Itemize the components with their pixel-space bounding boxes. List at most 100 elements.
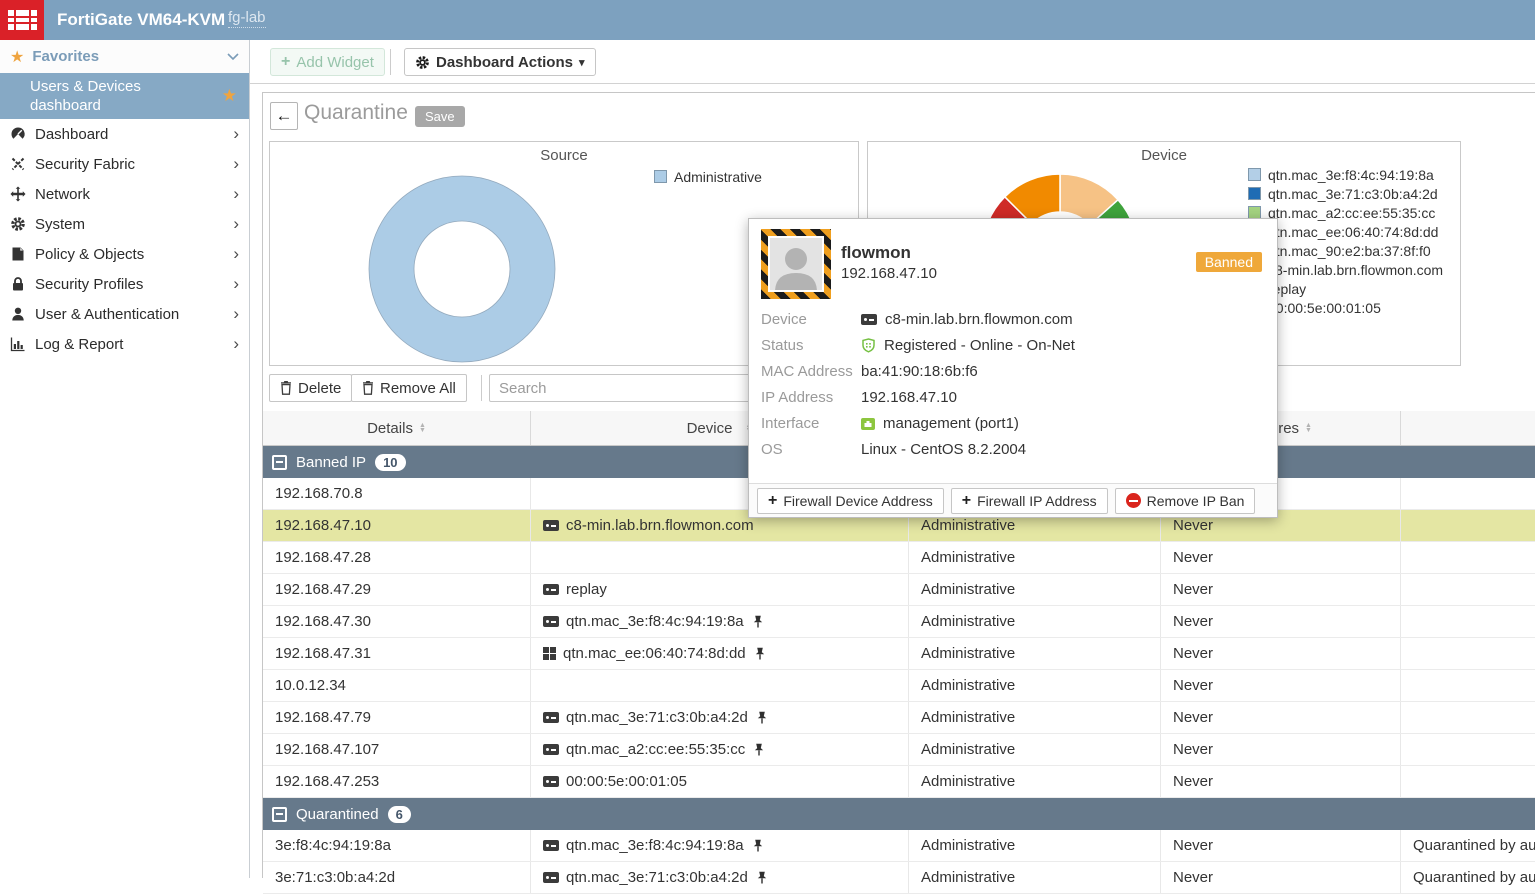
device-cell: qtn.mac_3e:f8:4c:94:19:8a (531, 830, 909, 861)
chevron-right-icon: › (233, 186, 239, 202)
sidebar-item-user-authentication[interactable]: User & Authentication › (0, 299, 249, 329)
add-widget-button[interactable]: + Add Widget (270, 48, 385, 76)
collapse-icon[interactable] (272, 807, 287, 822)
device-name: replay (566, 581, 607, 598)
favorites-label: Favorites (32, 48, 99, 65)
remove-ip-ban-button[interactable]: Remove IP Ban (1115, 488, 1256, 514)
column-header-details[interactable]: Details▲▼ (263, 411, 531, 445)
plus-icon: + (768, 492, 777, 510)
sidebar-item-security-fabric[interactable]: Security Fabric › (0, 149, 249, 179)
gauge-icon (10, 126, 26, 142)
count-badge: 6 (388, 806, 411, 823)
sidebar: ★ Favorites Users & Devices dashboard ★ … (0, 40, 250, 878)
bar-chart-icon (10, 336, 26, 352)
source-cell: Administrative (909, 702, 1161, 733)
firewall-ip-address-button[interactable]: + Firewall IP Address (951, 488, 1108, 514)
favorites-header[interactable]: ★ Favorites (0, 40, 249, 73)
pin-icon (757, 711, 767, 724)
back-button[interactable]: ← (270, 102, 298, 130)
device-cell: qtn.mac_ee:06:40:74:8d:dd (531, 638, 909, 669)
field-value-interface: management (port1) (861, 415, 1265, 432)
sidebar-item-label: Security Profiles (35, 276, 143, 293)
table-row[interactable]: 192.168.47.79 qtn.mac_3e:71:c3:0b:a4:2d … (263, 702, 1535, 734)
terminal-icon (543, 616, 559, 627)
device-name: 00:00:5e:00:01:05 (566, 773, 687, 790)
legend-label: qtn.mac_3e:71:c3:0b:a4:2d (1268, 186, 1438, 202)
collapse-icon[interactable] (272, 455, 287, 470)
sidebar-item-label: Security Fabric (35, 156, 135, 173)
fortinet-logo[interactable] (0, 0, 44, 40)
dashboard-actions-button[interactable]: Dashboard Actions ▾ (404, 48, 596, 76)
policy-document-icon (10, 246, 26, 262)
sidebar-item-network[interactable]: Network › (0, 179, 249, 209)
sort-icon: ▲▼ (419, 423, 426, 433)
banned-badge: Banned (1196, 252, 1262, 272)
sidebar-item-dashboard[interactable]: Dashboard › (0, 119, 249, 149)
details-cell: 192.168.47.253 (263, 766, 531, 797)
firewall-device-address-button[interactable]: + Firewall Device Address (757, 488, 944, 514)
terminal-icon (543, 712, 559, 723)
expires-cell: Never (1161, 830, 1401, 861)
person-silhouette-icon (768, 236, 824, 292)
table-row[interactable]: 192.168.47.107 qtn.mac_a2:cc:ee:55:35:cc… (263, 734, 1535, 766)
table-row[interactable]: 192.168.47.30 qtn.mac_3e:f8:4c:94:19:8a … (263, 606, 1535, 638)
sidebar-item-log-report[interactable]: Log & Report › (0, 329, 249, 359)
delete-button[interactable]: Delete (269, 374, 352, 402)
fortinet-grid-icon (8, 10, 37, 30)
details-cell: 192.168.47.30 (263, 606, 531, 637)
chevron-right-icon: › (233, 216, 239, 232)
sidebar-item-system[interactable]: System › (0, 209, 249, 239)
legend-label: qtn.mac_ee:06:40:74:8d:dd (1268, 224, 1438, 240)
comment-cell (1401, 606, 1535, 637)
widget-title: Quarantine (304, 101, 408, 125)
button-label: Firewall Device Address (783, 493, 932, 509)
chevron-right-icon: › (233, 306, 239, 322)
expires-cell: Never (1161, 606, 1401, 637)
expires-cell: Never (1161, 542, 1401, 573)
field-value-mac: ba:41:90:18:6b:f6 (861, 363, 1265, 380)
legend-item[interactable]: qtn.mac_3e:f8:4c:94:19:8a (1248, 165, 1443, 184)
table-row[interactable]: 192.168.47.253 00:00:5e:00:01:05 Adminis… (263, 766, 1535, 798)
topbar: FortiGate VM64-KVM fg-lab (0, 0, 1535, 40)
terminal-icon (861, 314, 877, 325)
table-row[interactable]: 192.168.47.31 qtn.mac_ee:06:40:74:8d:dd … (263, 638, 1535, 670)
legend-label: Administrative (674, 169, 762, 185)
vdom-label[interactable]: fg-lab (228, 9, 266, 28)
source-cell: Administrative (909, 574, 1161, 605)
sidebar-item-security-profiles[interactable]: Security Profiles › (0, 269, 249, 299)
gear-icon (415, 55, 430, 70)
remove-all-label: Remove All (380, 380, 456, 397)
button-label: Remove IP Ban (1147, 493, 1245, 509)
device-name: qtn.mac_ee:06:40:74:8d:dd (563, 645, 746, 662)
legend-label: qtn.mac_90:e2:ba:37:8f:f0 (1268, 243, 1431, 259)
star-icon: ★ (10, 47, 24, 67)
table-row[interactable]: 192.168.47.28 Administrative Never (263, 542, 1535, 574)
comment-cell (1401, 478, 1535, 509)
chevron-right-icon: › (233, 276, 239, 292)
chevron-right-icon: › (233, 336, 239, 352)
chevron-right-icon: › (233, 126, 239, 142)
sidebar-item-label: Network (35, 186, 90, 203)
save-button[interactable]: Save (415, 106, 465, 127)
column-header-comment[interactable] (1401, 411, 1535, 445)
table-row[interactable]: 3e:71:c3:0b:a4:2d qtn.mac_3e:71:c3:0b:a4… (263, 862, 1535, 894)
dashboard-toolbar: + Add Widget Dashboard Actions ▾ (250, 40, 1535, 84)
legend-label: c8-min.lab.brn.flowmon.com (1268, 262, 1443, 278)
comment-cell (1401, 766, 1535, 797)
chevron-right-icon: › (233, 156, 239, 172)
legend-swatch (1248, 187, 1261, 200)
sidebar-item-policy-objects[interactable]: Policy & Objects › (0, 239, 249, 269)
legend-item[interactable]: Administrative (654, 167, 762, 186)
quarantined-section-bar[interactable]: Quarantined 6 (263, 798, 1535, 830)
table-row[interactable]: 3e:f8:4c:94:19:8a qtn.mac_3e:f8:4c:94:19… (263, 830, 1535, 862)
table-row[interactable]: 10.0.12.34 Administrative Never (263, 670, 1535, 702)
field-value-status: Registered - Online - On-Net (861, 337, 1265, 354)
table-row[interactable]: 192.168.47.29 replay Administrative Neve… (263, 574, 1535, 606)
remove-all-button[interactable]: Remove All (351, 374, 467, 402)
comment-cell: Quarantined by aut (1401, 830, 1535, 861)
dashboard-actions-label: Dashboard Actions (436, 54, 573, 71)
comment-cell (1401, 638, 1535, 669)
comment-cell (1401, 702, 1535, 733)
legend-item[interactable]: qtn.mac_3e:71:c3:0b:a4:2d (1248, 184, 1443, 203)
sidebar-item-users-devices-dashboard[interactable]: Users & Devices dashboard ★ (0, 73, 249, 119)
